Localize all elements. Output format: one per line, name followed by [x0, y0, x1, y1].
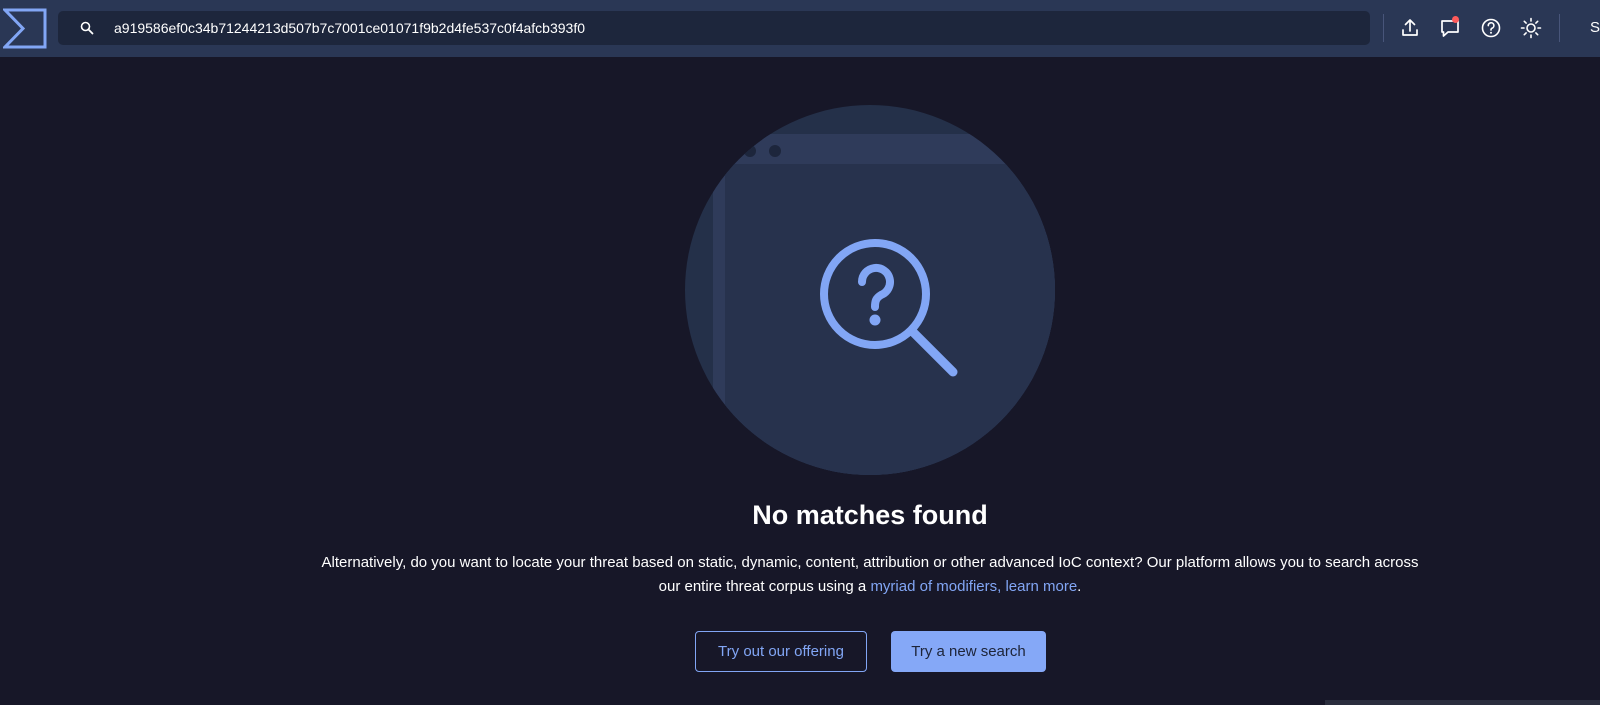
toolbar-divider [1559, 14, 1560, 42]
help-icon [1481, 18, 1501, 38]
new-search-button[interactable]: Try a new search [891, 631, 1046, 672]
notification-dot [1452, 16, 1459, 23]
search-input[interactable] [114, 11, 1354, 45]
description-end: . [1077, 578, 1082, 595]
no-results-illustration [685, 104, 1055, 476]
search-bar [58, 11, 1370, 45]
theme-toggle-button[interactable] [1517, 14, 1545, 42]
search-icon [80, 21, 94, 35]
user-menu[interactable]: S [1590, 19, 1600, 36]
toolbar-divider [1383, 14, 1384, 42]
top-bar: S [0, 0, 1600, 57]
empty-state-title: No matches found [752, 500, 988, 530]
try-offering-button[interactable]: Try out our offering [695, 631, 867, 672]
scrollbar-track [1325, 700, 1600, 705]
logo-icon[interactable] [1, 8, 47, 49]
upload-icon [1402, 19, 1418, 36]
theme-icon [1520, 17, 1542, 39]
learn-more-link[interactable]: myriad of modifiers, learn more [870, 578, 1077, 595]
feedback-button[interactable] [1436, 14, 1464, 42]
help-button[interactable] [1477, 14, 1505, 42]
empty-state-description: Alternatively, do you want to locate you… [320, 551, 1420, 599]
upload-button[interactable] [1396, 14, 1424, 42]
